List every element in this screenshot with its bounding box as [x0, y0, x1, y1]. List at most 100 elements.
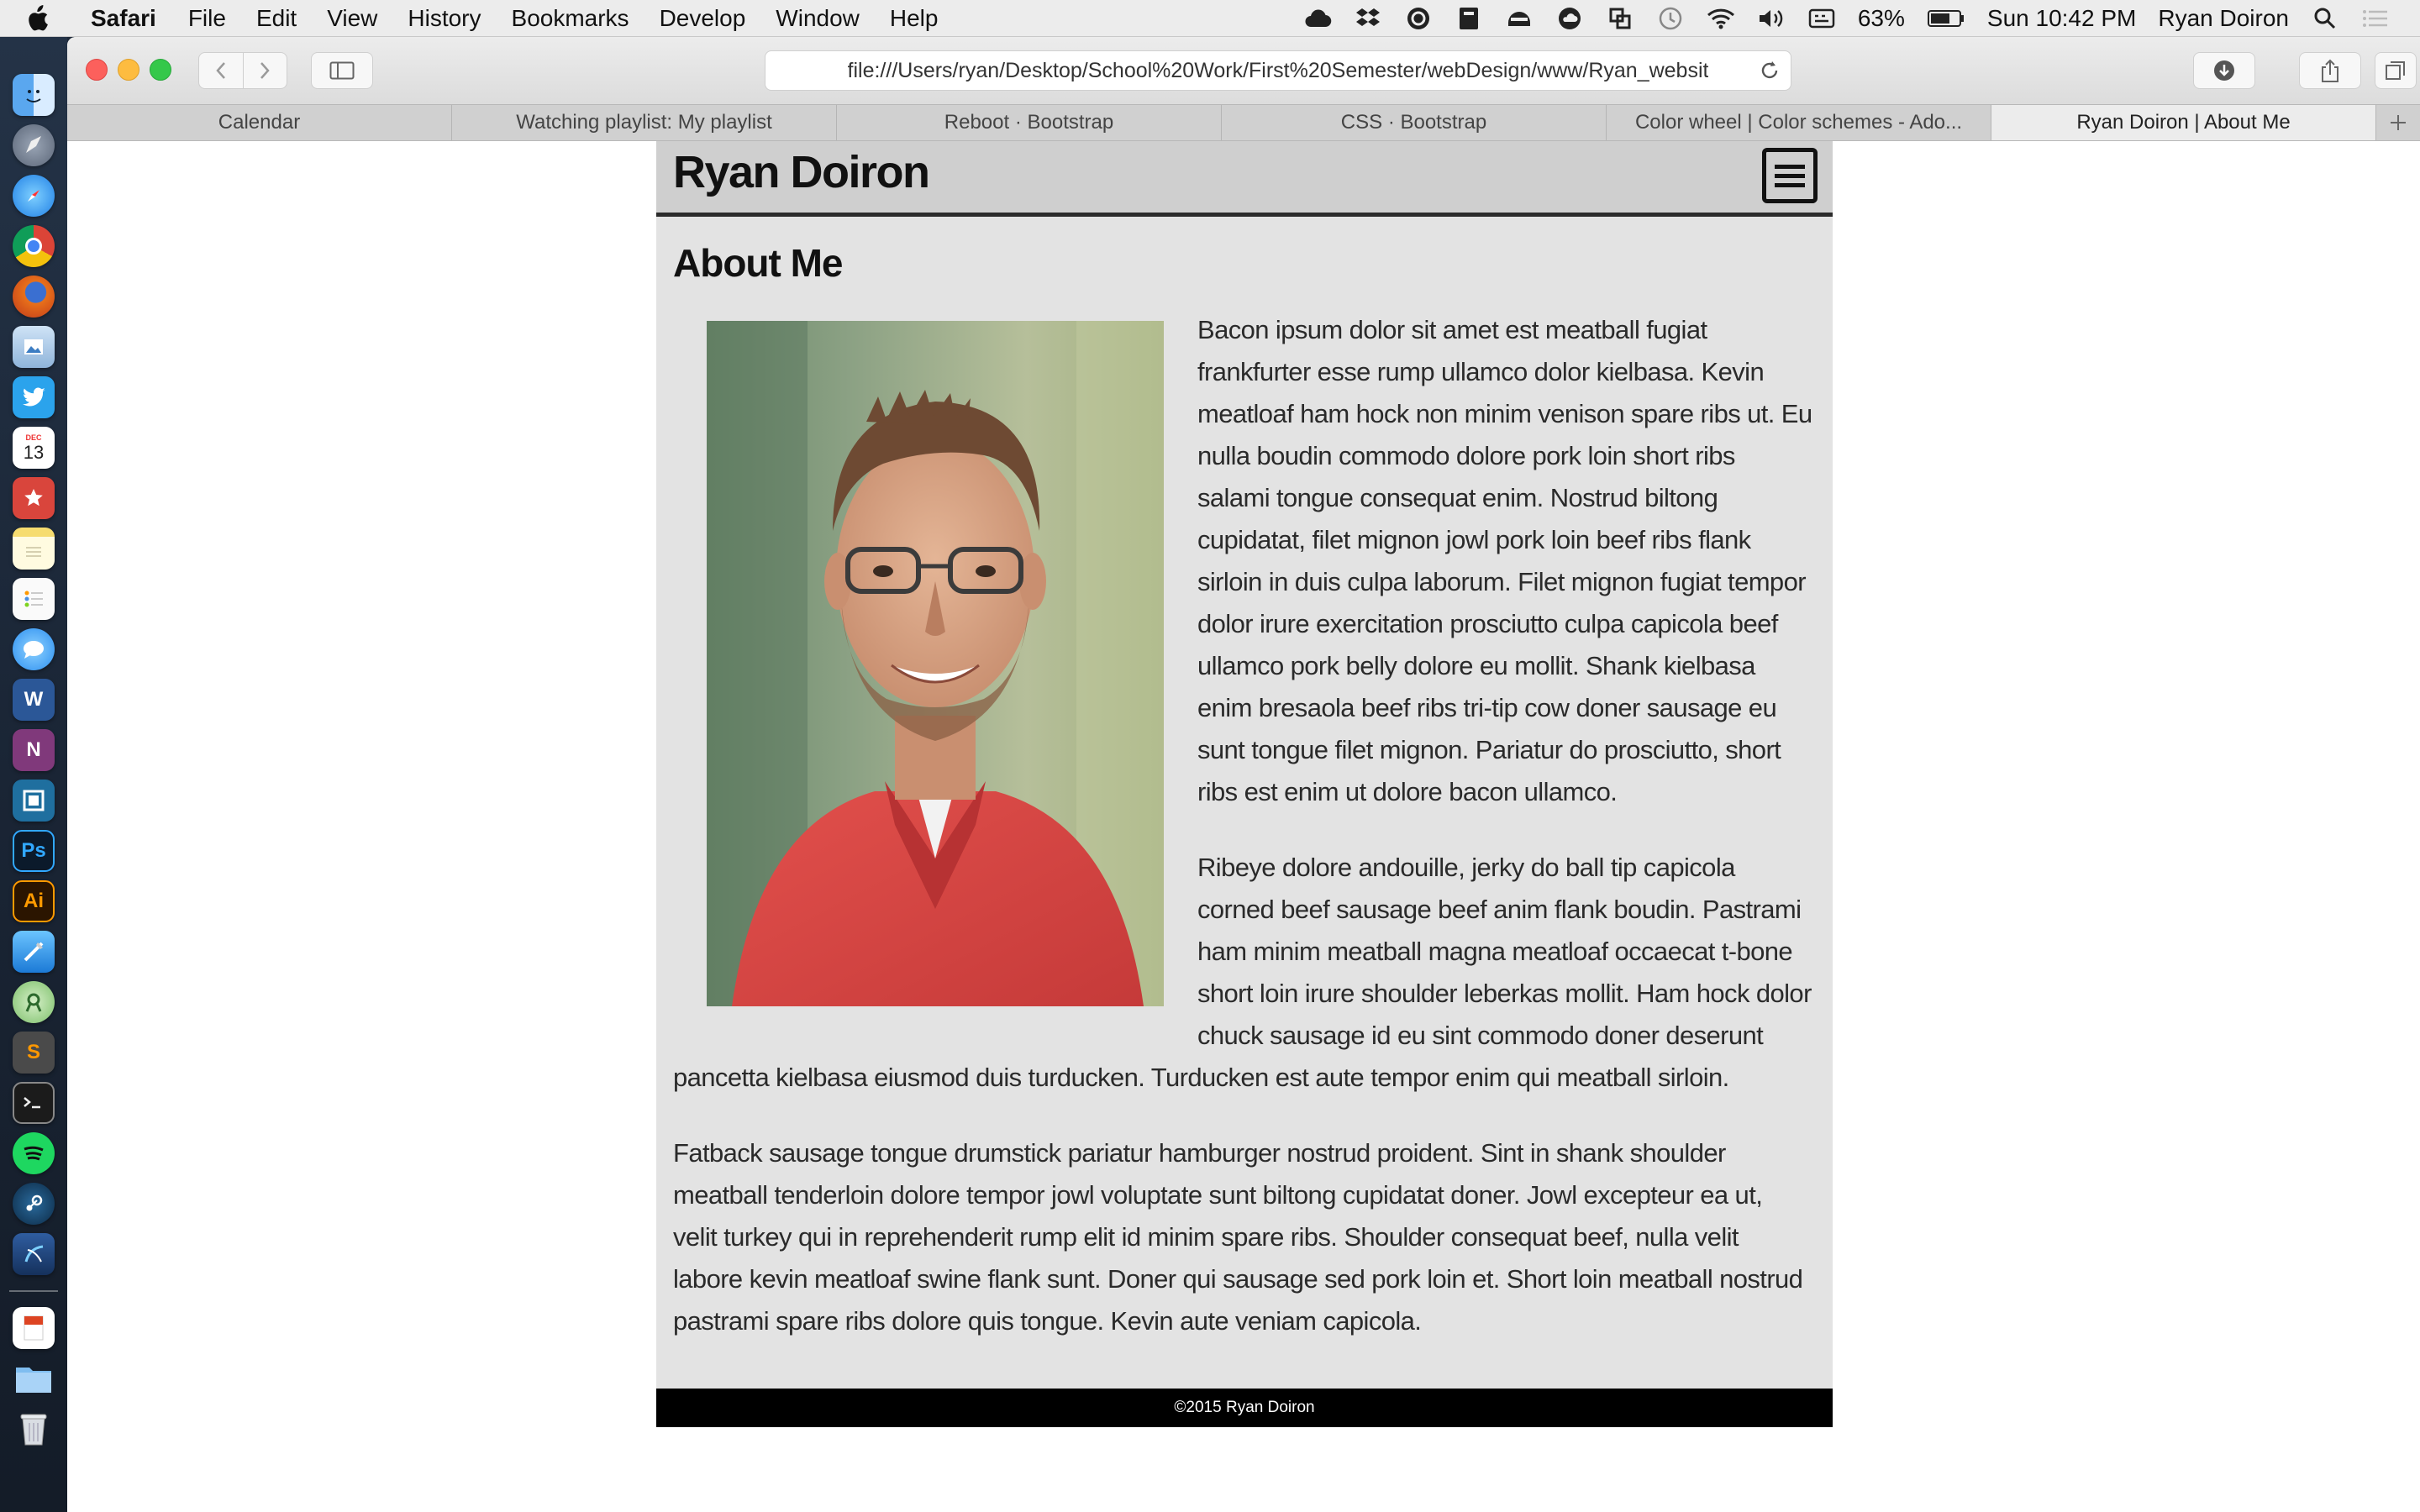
- share-icon: [2322, 59, 2338, 82]
- back-button[interactable]: [199, 53, 243, 88]
- xcode-icon[interactable]: [13, 931, 55, 973]
- tab-color-wheel[interactable]: Color wheel | Color schemes - Ado...: [1607, 105, 1991, 140]
- sidebar-icon: [329, 61, 355, 80]
- reload-icon[interactable]: [1759, 59, 1781, 82]
- new-tab-button[interactable]: [2376, 105, 2420, 140]
- menu-file[interactable]: File: [188, 5, 226, 32]
- document-icon[interactable]: [13, 1307, 55, 1349]
- hamburger-menu-icon[interactable]: [1762, 148, 1818, 203]
- dock-separator: [9, 1290, 58, 1292]
- menu-bookmarks[interactable]: Bookmarks: [512, 5, 629, 32]
- share-button[interactable]: [2299, 52, 2361, 89]
- battery-icon[interactable]: [1927, 6, 1965, 31]
- site-main: About Me Bacon ipsum dolor sit amet est …: [656, 217, 1833, 1389]
- menu-view[interactable]: View: [327, 5, 377, 32]
- menu-line: [1775, 182, 1805, 187]
- tab-playlist[interactable]: Watching playlist: My playlist: [452, 105, 837, 140]
- dashcode-icon[interactable]: [13, 1233, 55, 1275]
- copyright-text: ©2015 Ryan Doiron: [1174, 1399, 1315, 1416]
- book-icon[interactable]: [1455, 6, 1483, 31]
- illustrator-icon[interactable]: Ai: [13, 880, 55, 922]
- menu-bar: Safari File Edit View History Bookmarks …: [0, 0, 2420, 37]
- spotify-icon[interactable]: [13, 1132, 55, 1174]
- close-window-button[interactable]: [86, 59, 108, 81]
- tab-css-bootstrap[interactable]: CSS · Bootstrap: [1222, 105, 1607, 140]
- address-bar[interactable]: file:///Users/ryan/Desktop/School%20Work…: [765, 50, 1791, 91]
- finder-icon[interactable]: [13, 74, 55, 116]
- cloud-app-icon[interactable]: [1555, 6, 1584, 31]
- menu-edit[interactable]: Edit: [256, 5, 297, 32]
- chevron-right-icon: [260, 62, 270, 79]
- wifi-icon[interactable]: [1707, 6, 1735, 31]
- word-icon[interactable]: W: [13, 679, 55, 721]
- android-studio-icon[interactable]: [13, 981, 55, 1023]
- app-window-icon[interactable]: [13, 780, 55, 822]
- dock: DEC 13 W N Ps Ai S: [0, 74, 67, 1502]
- tab-bar: Calendar Watching playlist: My playlist …: [67, 104, 2420, 141]
- messages-icon[interactable]: [13, 628, 55, 670]
- safari-icon[interactable]: [13, 175, 55, 217]
- reminders-icon[interactable]: [13, 578, 55, 620]
- onenote-icon[interactable]: N: [13, 729, 55, 771]
- maximize-window-button[interactable]: [150, 59, 171, 81]
- menu-history[interactable]: History: [408, 5, 481, 32]
- photoshop-letter: Ps: [21, 839, 46, 862]
- about-content: Bacon ipsum dolor sit amet est meatball …: [673, 309, 1812, 1342]
- forward-button[interactable]: [242, 53, 287, 88]
- menu-window[interactable]: Window: [776, 5, 860, 32]
- firefox-icon[interactable]: [13, 276, 55, 318]
- about-paragraph: Fatback sausage tongue drumstick pariatu…: [673, 1138, 1803, 1336]
- dropbox-icon[interactable]: [1354, 6, 1382, 31]
- site-header: Ryan Doiron: [656, 141, 1833, 217]
- preview-icon[interactable]: [13, 326, 55, 368]
- creative-cloud-sync-icon[interactable]: [1404, 6, 1433, 31]
- apple-icon[interactable]: [25, 4, 69, 32]
- tab-calendar[interactable]: Calendar: [67, 105, 452, 140]
- wunderlist-icon[interactable]: [13, 477, 55, 519]
- menubar-clock[interactable]: Sun 10:42 PM: [1987, 5, 2136, 32]
- creative-cloud-icon[interactable]: [1303, 6, 1332, 31]
- notes-icon[interactable]: [13, 528, 55, 570]
- menu-help[interactable]: Help: [890, 5, 939, 32]
- menu-line: [1775, 164, 1805, 169]
- steam-icon[interactable]: [13, 1183, 55, 1225]
- navigation-buttons: [198, 52, 287, 89]
- chevron-left-icon: [216, 62, 225, 79]
- show-sidebar-button[interactable]: [311, 52, 373, 89]
- twitter-icon[interactable]: [13, 376, 55, 418]
- spotlight-search-icon[interactable]: [2311, 6, 2339, 31]
- photoshop-icon[interactable]: Ps: [13, 830, 55, 872]
- menu-develop[interactable]: Develop: [660, 5, 746, 32]
- downloads-button[interactable]: [2193, 52, 2255, 89]
- onenote-letter: N: [26, 738, 41, 761]
- calendar-day: 13: [23, 442, 45, 463]
- menu-app-name[interactable]: Safari: [91, 5, 156, 32]
- helmet-icon[interactable]: [1505, 6, 1534, 31]
- site-container: Ryan Doiron About Me Bacon ipsum dolor s…: [656, 141, 1833, 1427]
- launchpad-icon[interactable]: [13, 124, 55, 166]
- volume-icon[interactable]: [1757, 6, 1786, 31]
- window-tool-icon[interactable]: [1606, 6, 1634, 31]
- site-title[interactable]: Ryan Doiron: [673, 146, 930, 198]
- notification-center-icon[interactable]: [2361, 6, 2390, 31]
- tab-reboot-bootstrap[interactable]: Reboot · Bootstrap: [837, 105, 1222, 140]
- battery-percent[interactable]: 63%: [1858, 5, 1905, 32]
- sublime-letter: S: [26, 1041, 40, 1063]
- time-machine-icon[interactable]: [1656, 6, 1685, 31]
- site-footer: ©2015 Ryan Doiron: [656, 1389, 1833, 1427]
- menu-line: [1775, 173, 1805, 178]
- page-heading: About Me: [673, 241, 844, 285]
- chrome-icon[interactable]: [13, 225, 55, 267]
- browser-toolbar: file:///Users/ryan/Desktop/School%20Work…: [67, 37, 2420, 104]
- menubar-user[interactable]: Ryan Doiron: [2158, 5, 2289, 32]
- tab-about-me[interactable]: Ryan Doiron | About Me: [1991, 105, 2376, 140]
- sublime-text-icon[interactable]: S: [13, 1032, 55, 1074]
- trash-icon[interactable]: [13, 1408, 55, 1450]
- terminal-icon[interactable]: [13, 1082, 55, 1124]
- calendar-icon[interactable]: DEC 13: [13, 427, 55, 469]
- minimize-window-button[interactable]: [118, 59, 139, 81]
- keyboard-input-icon[interactable]: [1807, 6, 1836, 31]
- tab-overview-button[interactable]: [2375, 52, 2417, 89]
- folder-icon[interactable]: [13, 1357, 55, 1399]
- browser-window: file:///Users/ryan/Desktop/School%20Work…: [67, 37, 2420, 1512]
